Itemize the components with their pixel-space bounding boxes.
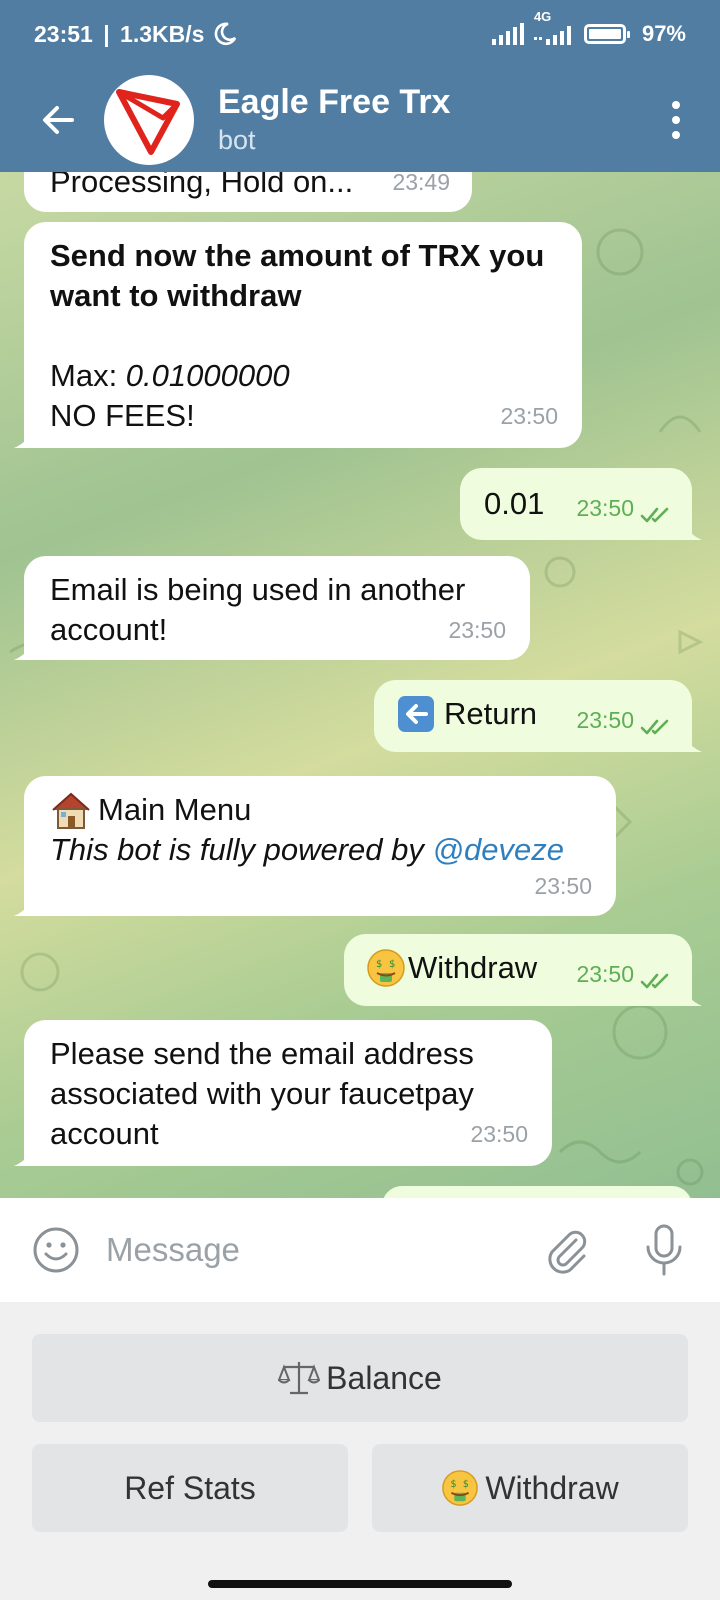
message-text: Processing, Hold on... bbox=[50, 172, 354, 199]
message-bubble-outgoing[interactable]: 0.01 23:50 bbox=[460, 468, 702, 540]
message-text: associated with your faucetpay bbox=[50, 1076, 474, 1111]
chat-subtitle: bot bbox=[218, 125, 256, 155]
deveze-link[interactable]: @deveze bbox=[433, 832, 564, 867]
message-bubble-incoming[interactable]: Send now the amount of TRX you want to w… bbox=[14, 222, 582, 448]
chat-title-block[interactable]: Eagle Free Trx bot bbox=[218, 82, 656, 158]
message-text: want to withdraw bbox=[50, 278, 302, 313]
max-value: 0.01000000 bbox=[125, 358, 290, 393]
signal-icon-2 bbox=[533, 26, 571, 45]
message-text: Send now the amount of TRX you bbox=[50, 238, 545, 273]
double-check-icon bbox=[640, 973, 669, 989]
house-emoji-icon bbox=[52, 792, 90, 829]
arrow-left-icon bbox=[43, 106, 74, 134]
chat-header: Eagle Free Trx bot bbox=[0, 68, 720, 172]
bot-keyboard: Balance Ref Stats $ $ Withdraw bbox=[0, 1302, 720, 1600]
smiley-icon bbox=[33, 1227, 79, 1273]
money-mouth-face-icon: $ $ bbox=[367, 949, 405, 987]
battery-icon bbox=[583, 24, 630, 44]
chat-title: Eagle Free Trx bbox=[218, 83, 451, 121]
emoji-button[interactable] bbox=[30, 1224, 82, 1276]
bubble-tail bbox=[682, 986, 702, 1006]
message-bubble-outgoing[interactable]: $ $ Withdraw 23:50 bbox=[344, 934, 702, 1006]
message-text: Please send the email address bbox=[50, 1036, 474, 1071]
message-text: Email is being used in another bbox=[50, 572, 466, 607]
message-bubble-outgoing-partial[interactable] bbox=[382, 1186, 692, 1198]
avatar[interactable] bbox=[104, 75, 194, 165]
message-time: 23:50 bbox=[576, 495, 634, 521]
message-bubble-incoming[interactable]: Please send the email address associated… bbox=[14, 1020, 552, 1166]
message-bubble-incoming[interactable]: Email is being used in another account! … bbox=[14, 556, 530, 660]
message-text: NO FEES! bbox=[50, 398, 195, 433]
status-net-speed: 1.3KB/s bbox=[120, 20, 205, 47]
bubble-tail bbox=[14, 1146, 34, 1166]
more-options-button[interactable] bbox=[656, 101, 696, 139]
message-time: 23:50 bbox=[470, 1121, 528, 1147]
message-input[interactable]: Message bbox=[106, 1231, 540, 1269]
message-bubble-incoming[interactable]: Processing, Hold on... 23:49 bbox=[24, 172, 472, 212]
microphone-icon bbox=[646, 1224, 682, 1276]
back-button[interactable] bbox=[28, 90, 88, 150]
message-time: 23:50 bbox=[500, 403, 558, 429]
message-text: Return bbox=[444, 696, 538, 731]
home-indicator[interactable] bbox=[208, 1580, 512, 1588]
status-separator: | bbox=[96, 20, 117, 47]
dot-icon bbox=[672, 101, 680, 109]
message-text-line: Max: 0.01000000 bbox=[50, 356, 556, 396]
dot-icon bbox=[672, 116, 680, 124]
message-list[interactable]: Processing, Hold on... 23:49 Send now th… bbox=[0, 172, 720, 1198]
message-text: account bbox=[50, 1116, 159, 1151]
attach-button[interactable] bbox=[540, 1224, 592, 1276]
message-bubble-incoming[interactable]: Main Menu This bot is fully powered by @… bbox=[14, 776, 616, 916]
bubble-tail bbox=[14, 896, 34, 916]
withdraw-button-label: Withdraw bbox=[485, 1469, 619, 1506]
dot-icon bbox=[672, 131, 680, 139]
svg-text:$: $ bbox=[376, 959, 382, 970]
svg-text:$: $ bbox=[463, 1479, 469, 1490]
bubble-tail bbox=[682, 732, 702, 752]
balance-button-label: Balance bbox=[326, 1359, 442, 1396]
max-label: Max: bbox=[50, 358, 126, 393]
svg-text:$: $ bbox=[451, 1479, 457, 1490]
bubble-tail bbox=[14, 428, 34, 448]
ref-stats-button-label: Ref Stats bbox=[124, 1469, 256, 1506]
bubble-tail bbox=[14, 640, 34, 660]
balance-button[interactable]: Balance bbox=[32, 1334, 688, 1422]
main-menu-title-row: Main Menu bbox=[50, 790, 590, 830]
message-bubble-outgoing[interactable]: Return 23:50 bbox=[374, 680, 702, 752]
scales-icon bbox=[278, 1362, 321, 1395]
message-time: 23:50 bbox=[576, 961, 634, 987]
ref-stats-button[interactable]: Ref Stats bbox=[32, 1444, 348, 1532]
tron-logo-icon bbox=[116, 89, 180, 155]
message-time: 23:50 bbox=[448, 617, 506, 643]
network-type-label: 4G bbox=[533, 9, 552, 24]
signal-icon bbox=[491, 23, 524, 45]
message-text: 0.01 bbox=[484, 486, 545, 521]
message-composer: Message bbox=[0, 1198, 720, 1302]
double-check-icon bbox=[640, 507, 669, 523]
battery-percent: 97% bbox=[641, 21, 686, 46]
message-caption-line: This bot is fully powered by @deveze bbox=[50, 830, 590, 870]
message-time: 23:50 bbox=[534, 873, 592, 899]
message-time: 23:49 bbox=[392, 172, 450, 195]
left-arrow-emoji-icon bbox=[398, 696, 434, 732]
money-mouth-face-icon: $ $ bbox=[442, 1470, 479, 1506]
moon-icon bbox=[215, 22, 237, 46]
svg-text:$: $ bbox=[389, 959, 395, 970]
message-time: 23:50 bbox=[576, 707, 634, 733]
message-text: Withdraw bbox=[408, 950, 538, 985]
status-bar: 23:51 | 1.3KB/s 4G 97% bbox=[0, 0, 720, 68]
bubble-tail bbox=[682, 520, 702, 540]
double-check-icon bbox=[640, 719, 669, 735]
message-title: Main Menu bbox=[98, 792, 252, 827]
message-caption: This bot is fully powered by bbox=[50, 832, 433, 867]
withdraw-button[interactable]: $ $ Withdraw bbox=[372, 1444, 688, 1532]
message-text: account! bbox=[50, 612, 168, 647]
status-time: 23:51 bbox=[34, 20, 93, 47]
voice-button[interactable] bbox=[638, 1224, 690, 1276]
paperclip-icon bbox=[548, 1230, 587, 1274]
